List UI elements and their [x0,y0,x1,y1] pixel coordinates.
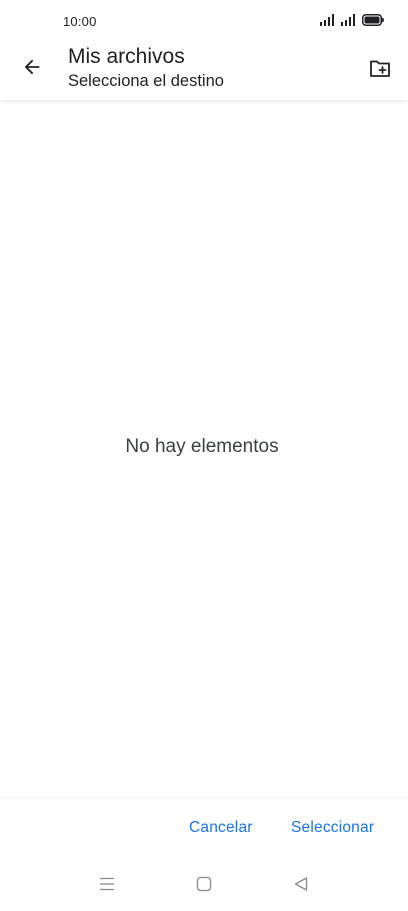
status-time: 10:00 [63,14,97,29]
new-folder-button[interactable] [364,54,396,86]
signal-icon [320,13,336,31]
back-icon [293,876,309,897]
signal-icon [341,13,357,31]
nav-back-button[interactable] [292,876,310,897]
empty-state-message: No hay elementos [125,436,279,457]
home-icon [196,876,212,897]
nav-home-button[interactable] [195,876,213,897]
battery-icon [362,13,384,31]
menu-icon [99,877,115,896]
divider [0,797,408,798]
cancel-button[interactable]: Cancelar [189,819,253,837]
select-button[interactable]: Seleccionar [291,819,374,837]
status-bar: 10:00 [0,0,408,40]
arrow-back-icon [21,56,43,83]
page-subtitle: Selecciona el destino [68,72,224,90]
system-nav-bar [0,866,408,906]
app-bar: Mis archivos Selecciona el destino [0,40,408,100]
page-title: Mis archivos [68,45,185,68]
nav-menu-button[interactable] [98,877,116,895]
back-button[interactable] [16,53,48,85]
status-icons [320,13,384,31]
create-new-folder-icon [368,56,392,85]
